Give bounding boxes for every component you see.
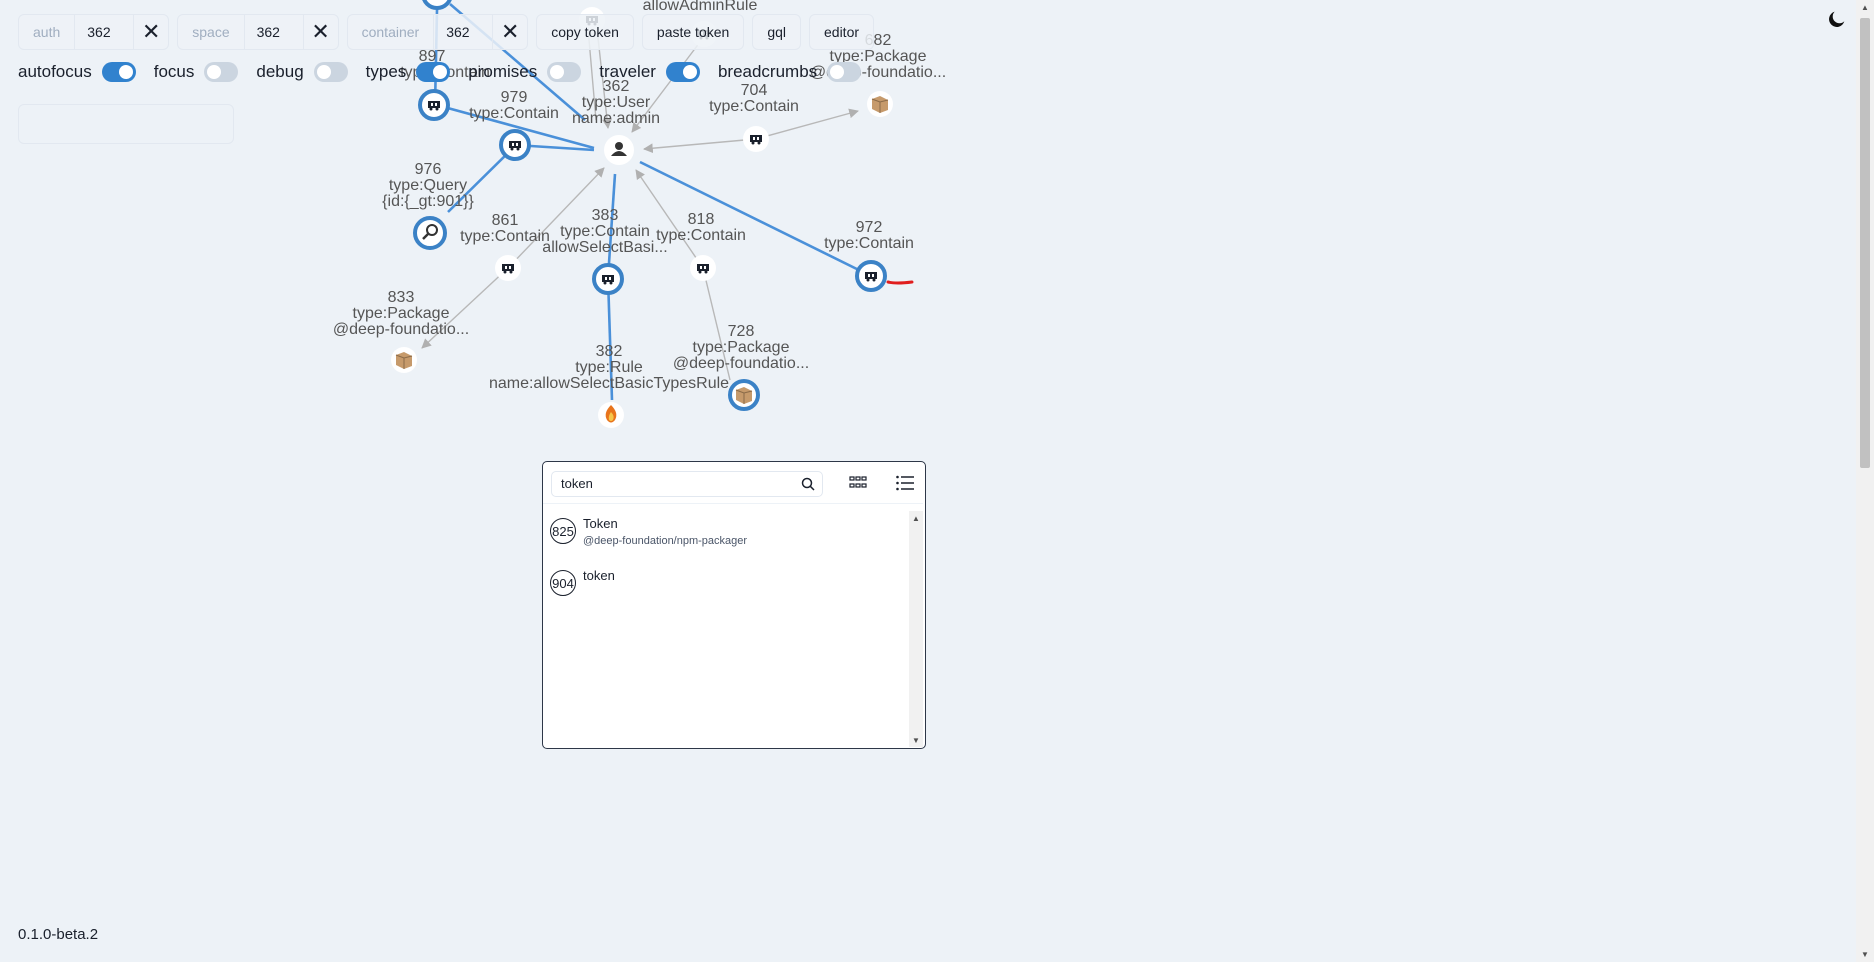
toggle-promises[interactable] <box>547 62 582 82</box>
search-panel: 825 Token @deep-foundation/npm-packager … <box>542 461 926 749</box>
node-818[interactable]: 818 type:Contain <box>656 211 746 281</box>
search-icon[interactable] <box>800 476 816 492</box>
node-382-id: 382 <box>596 343 623 360</box>
node-861-id: 861 <box>492 212 519 229</box>
node-partial-top[interactable] <box>422 0 452 10</box>
page-scroll-thumb[interactable] <box>1860 18 1870 468</box>
node-979-id: 979 <box>501 89 528 106</box>
toolbar: auth 362 ✕ space 362 ✕ container 362 ✕ c… <box>18 14 875 50</box>
container-value[interactable]: 362 <box>434 15 494 49</box>
node-972-id: 972 <box>856 219 883 236</box>
grid-view-icon[interactable] <box>849 475 867 491</box>
result-name: token <box>583 568 615 583</box>
node-833-type: type:Package <box>353 305 450 322</box>
toggle-traveler[interactable] <box>665 62 700 82</box>
toggle-breadcrumbs[interactable] <box>827 62 862 82</box>
node-383-id: 383 <box>592 207 619 224</box>
toggle-label-autofocus: autofocus <box>18 62 92 81</box>
editor-button[interactable]: editor <box>809 14 875 50</box>
container-clear-icon[interactable]: ✕ <box>493 15 527 49</box>
node-818-type: type:Contain <box>656 227 746 244</box>
node-833-id: 833 <box>388 289 415 306</box>
auth-value[interactable]: 362 <box>75 15 135 49</box>
node-972[interactable]: 972 type:Contain <box>824 219 914 292</box>
node-704-type: type:Contain <box>709 98 799 115</box>
toggle-label-promises: promises <box>468 62 538 81</box>
list-item[interactable]: 825 Token @deep-foundation/npm-packager <box>543 510 905 562</box>
container-field: container 362 ✕ <box>346 14 529 50</box>
panel-divider <box>543 503 923 504</box>
result-package: @deep-foundation/npm-packager <box>583 535 748 547</box>
node-979[interactable]: 979 type:Contain <box>469 89 559 161</box>
result-id-badge: 904 <box>550 570 576 596</box>
toggle-bar: autofocus focus debug types promises tra… <box>18 62 879 82</box>
node-728-id: 728 <box>728 323 755 340</box>
space-clear-icon[interactable]: ✕ <box>304 15 338 49</box>
auth-label: auth <box>19 15 76 49</box>
node-704-id: 704 <box>741 82 768 99</box>
node-972-type: type:Contain <box>824 235 914 252</box>
node-382-type: type:Rule <box>575 359 643 376</box>
dark-mode-icon[interactable] <box>1826 8 1848 30</box>
space-field: space 362 ✕ <box>177 14 339 50</box>
paste-token-button[interactable]: paste token <box>641 14 745 50</box>
results-scrollbar[interactable]: ▲ ▼ <box>909 511 923 747</box>
toggle-debug[interactable] <box>313 62 348 82</box>
page-scroll-up-icon[interactable]: ▲ <box>1861 3 1869 12</box>
auth-clear-icon[interactable]: ✕ <box>134 15 168 49</box>
scroll-down-icon[interactable]: ▼ <box>912 736 920 745</box>
node-383[interactable]: 383 type:Contain allowSelectBasi... <box>542 207 668 295</box>
empty-input-box[interactable] <box>18 104 234 144</box>
search-box <box>551 471 823 497</box>
node-728-type: type:Package <box>693 339 790 356</box>
page-scroll-down-icon[interactable]: ▼ <box>1861 950 1869 959</box>
node-861-type: type:Contain <box>460 228 550 245</box>
node-362[interactable]: 362 type:User name:admin <box>572 78 660 165</box>
auth-field: auth 362 ✕ <box>18 14 170 50</box>
node-382-name: name:allowSelectBasicTypesRule <box>489 375 729 392</box>
search-results: 825 Token @deep-foundation/npm-packager … <box>543 510 905 614</box>
node-833[interactable]: 833 type:Package @deep-foundatio... <box>333 289 469 373</box>
graph-canvas[interactable]: allowAdminRule 362 type:User name:admin … <box>0 0 1874 962</box>
page-scrollbar[interactable]: ▲ ▼ <box>1856 0 1874 962</box>
version-label: 0.1.0-beta.2 <box>18 926 99 943</box>
toggle-types[interactable] <box>416 62 451 82</box>
links-blue <box>432 0 872 401</box>
list-item[interactable]: 904 token <box>543 562 905 614</box>
toggle-label-focus: focus <box>153 62 195 81</box>
node-979-type: type:Contain <box>469 105 559 122</box>
toggle-label-breadcrumbs: breadcrumbs <box>717 62 818 81</box>
node-362-name: name:admin <box>572 110 660 127</box>
copy-token-button[interactable]: copy token <box>536 14 634 50</box>
toggle-label-types: types <box>365 62 407 81</box>
space-label: space <box>178 15 245 49</box>
search-input[interactable] <box>561 476 781 491</box>
graph-top-label: allowAdminRule <box>643 0 758 14</box>
node-728-name: @deep-foundatio... <box>673 355 809 372</box>
node-728[interactable]: 728 type:Package @deep-foundatio... <box>673 323 809 411</box>
node-976-name: {id:{_gt:901}} <box>382 193 474 210</box>
toggle-autofocus[interactable] <box>101 62 136 82</box>
annotation-stroke-972 <box>886 280 914 285</box>
node-383-name: allowSelectBasi... <box>542 239 667 256</box>
toggle-label-traveler: traveler <box>599 62 656 81</box>
container-label: container <box>348 15 435 49</box>
result-name: Token <box>583 516 618 531</box>
node-976-type: type:Query <box>389 177 467 194</box>
node-861[interactable]: 861 type:Contain <box>460 212 550 281</box>
scroll-up-icon[interactable]: ▲ <box>912 514 920 523</box>
result-id-badge: 825 <box>550 518 576 544</box>
node-383-type: type:Contain <box>560 223 650 240</box>
node-833-name: @deep-foundatio... <box>333 321 469 338</box>
list-view-icon[interactable] <box>895 474 915 492</box>
gql-button[interactable]: gql <box>752 14 801 50</box>
toggle-label-debug: debug <box>256 62 304 81</box>
toggle-focus[interactable] <box>204 62 239 82</box>
node-818-id: 818 <box>688 211 715 228</box>
node-362-type: type:User <box>582 94 651 111</box>
space-value[interactable]: 362 <box>245 15 304 49</box>
node-976-id: 976 <box>415 161 442 178</box>
